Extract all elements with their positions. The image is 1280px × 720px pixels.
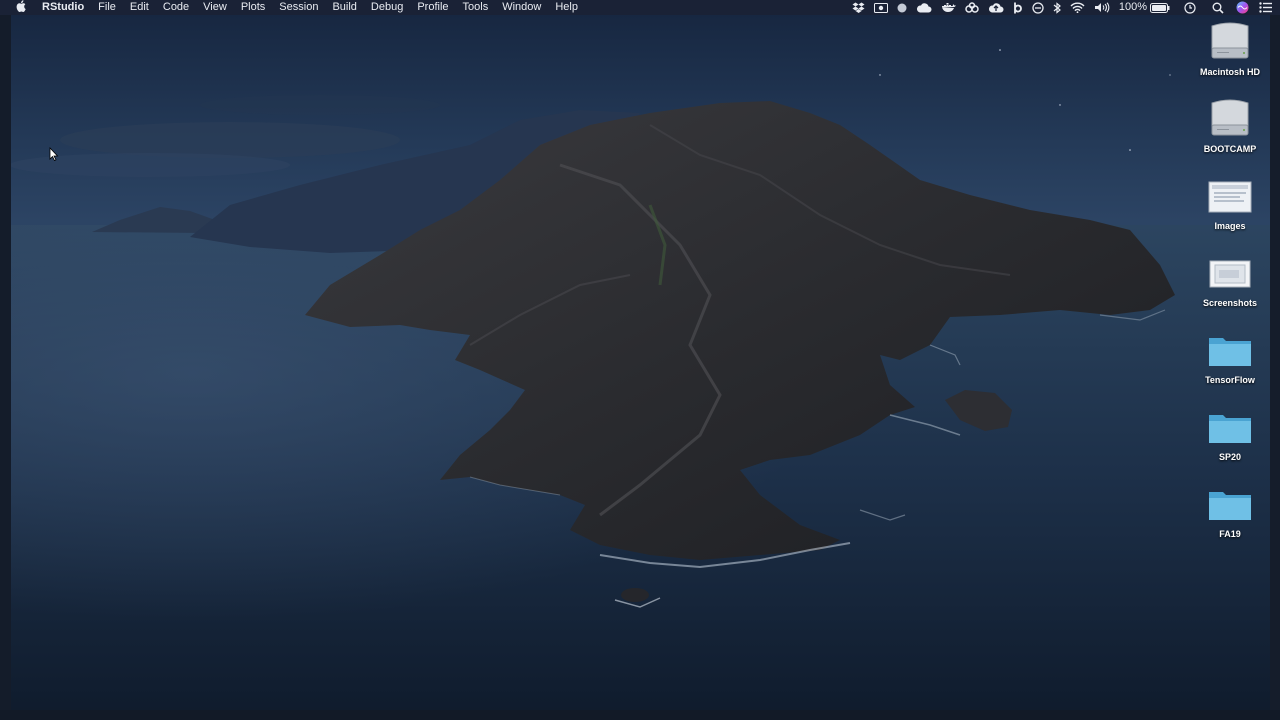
- desktop-icon-images[interactable]: Images: [1188, 174, 1272, 232]
- menu-tools[interactable]: Tools: [463, 0, 489, 15]
- cloud-upload-icon[interactable]: [988, 2, 1004, 13]
- window-edge-bottom: [0, 710, 1280, 720]
- dropbox-icon[interactable]: [852, 2, 865, 13]
- desktop-icon-label: Macintosh HD: [1199, 67, 1260, 77]
- desktop-icon-fa19[interactable]: FA19: [1188, 482, 1272, 540]
- creative-cloud-icon[interactable]: [965, 1, 979, 14]
- menu-session[interactable]: Session: [279, 0, 318, 15]
- hard-drive-icon: [1207, 20, 1253, 64]
- desktop-icon-tensorflow[interactable]: TensorFlow: [1188, 328, 1272, 386]
- cloud-icon[interactable]: [916, 2, 932, 13]
- menu-profile[interactable]: Profile: [417, 0, 448, 15]
- desktop-icon-label: BOOTCAMP: [1203, 144, 1257, 154]
- desktop-wallpaper: [0, 15, 1280, 720]
- dot-icon[interactable]: [897, 3, 907, 13]
- battery-icon[interactable]: [1150, 2, 1170, 13]
- siri-icon[interactable]: [1236, 1, 1249, 14]
- screen-record-icon[interactable]: [873, 2, 888, 13]
- menu-code[interactable]: Code: [163, 0, 189, 15]
- battery-percent[interactable]: 100%: [1119, 0, 1147, 15]
- desktop-icon-label: FA19: [1219, 529, 1241, 539]
- circle-minus-icon[interactable]: [1032, 1, 1044, 14]
- desktop-icon-screenshots[interactable]: Screenshots: [1188, 251, 1272, 309]
- notification-center-icon[interactable]: [1259, 2, 1272, 13]
- apple-icon[interactable]: [14, 0, 28, 15]
- screenshot-folder-icon: [1207, 174, 1253, 218]
- folder-icon: [1207, 328, 1253, 372]
- folder-icon: [1207, 482, 1253, 526]
- hard-drive-icon: [1207, 97, 1253, 141]
- desktop-icon-bootcamp[interactable]: BOOTCAMP: [1188, 97, 1272, 155]
- b-icon[interactable]: [1013, 2, 1023, 14]
- desktop-icon-sp20[interactable]: SP20: [1188, 405, 1272, 463]
- window-edge-left: [0, 15, 11, 720]
- menu-file[interactable]: File: [98, 0, 116, 15]
- volume-icon[interactable]: [1094, 2, 1110, 13]
- menu-help[interactable]: Help: [555, 0, 578, 15]
- macos-desktop-screen: RStudio File Edit Code View Plots Sessio…: [0, 0, 1280, 720]
- desktop-icon-label: TensorFlow: [1205, 375, 1255, 385]
- docker-icon[interactable]: [941, 2, 956, 13]
- mouse-pointer-icon: [49, 146, 59, 166]
- bluetooth-icon[interactable]: [1053, 1, 1061, 14]
- catalina-wallpaper-image: [0, 15, 1280, 720]
- desktop-icon-label: SP20: [1218, 452, 1242, 462]
- desktop-icon-macintosh-hd[interactable]: Macintosh HD: [1188, 20, 1272, 78]
- clock-icon[interactable]: [1184, 1, 1196, 14]
- menu-edit[interactable]: Edit: [130, 0, 149, 15]
- desktop-icon-label: Images: [1214, 221, 1246, 231]
- menu-app-rstudio[interactable]: RStudio: [42, 0, 84, 15]
- wifi-icon[interactable]: [1070, 2, 1085, 13]
- menu-plots[interactable]: Plots: [241, 0, 265, 15]
- menu-bar-status-area: 100%: [843, 0, 1272, 15]
- spotlight-search-icon[interactable]: [1212, 2, 1224, 14]
- menu-build[interactable]: Build: [332, 0, 356, 15]
- folder-icon: [1207, 405, 1253, 449]
- menu-view[interactable]: View: [203, 0, 227, 15]
- menu-bar: RStudio File Edit Code View Plots Sessio…: [0, 0, 1280, 15]
- desktop-icon-label: Screenshots: [1202, 298, 1258, 308]
- menu-window[interactable]: Window: [502, 0, 541, 15]
- screenshot-folder-icon: [1207, 251, 1253, 295]
- menu-debug[interactable]: Debug: [371, 0, 403, 15]
